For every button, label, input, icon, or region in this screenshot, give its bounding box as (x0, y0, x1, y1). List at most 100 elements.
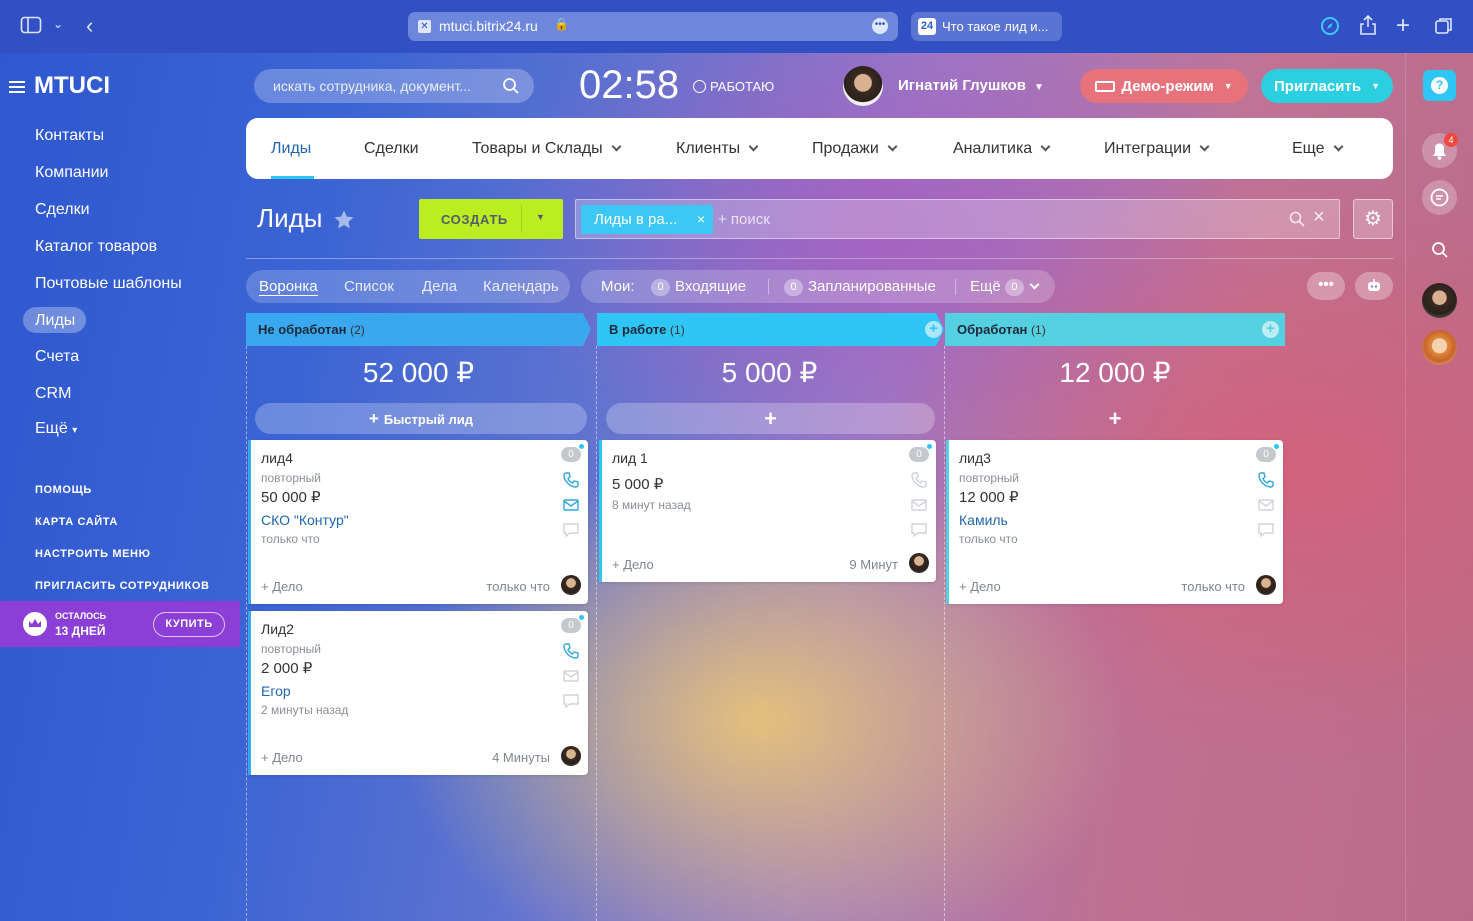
invite-button[interactable]: Пригласить ▼ (1261, 69, 1393, 103)
quick-add-button[interactable]: + (606, 403, 935, 434)
sidebar-link-sitemap[interactable]: КАРТА САЙТА (35, 516, 118, 528)
add-activity-link[interactable]: + Дело (612, 557, 654, 572)
chat-icon[interactable] (1422, 180, 1457, 215)
sidebar-toggle-icon[interactable] (20, 15, 42, 40)
view-tab-funnel[interactable]: Воронка (259, 278, 318, 295)
notifications-bell-icon[interactable]: 4 (1422, 133, 1458, 168)
tabs-overview-icon[interactable] (1434, 16, 1454, 41)
mail-icon[interactable] (562, 667, 580, 685)
add-stage-icon[interactable]: + (925, 321, 942, 338)
settings-gear-icon[interactable]: ⚙ (1353, 199, 1393, 239)
filter-tag[interactable]: Лиды в ра... × (581, 205, 713, 234)
view-tab-calendar[interactable]: Календарь (483, 278, 559, 295)
add-activity-link[interactable]: + Дело (959, 579, 1001, 594)
lead-title[interactable]: Лид2 (261, 621, 294, 637)
sidebar-item-mail-templates[interactable]: Почтовые шаблоны (35, 275, 182, 293)
incoming-counter[interactable]: 0 Входящие (651, 278, 746, 296)
stage-header-in-progress[interactable]: В работе (1) + (597, 313, 944, 346)
sidebar-item-contacts[interactable]: Контакты (35, 127, 104, 145)
mail-icon[interactable] (562, 496, 580, 514)
sidebar-item-deals[interactable]: Сделки (35, 201, 90, 219)
more-options-button[interactable]: ••• (1307, 272, 1345, 300)
buy-button[interactable]: КУПИТЬ (153, 612, 225, 637)
search-input[interactable]: искать сотрудника, документ... (273, 78, 471, 94)
address-bar[interactable]: ✕ mtuci.bitrix24.ru 🔒 ••• (408, 12, 898, 41)
phone-icon[interactable] (562, 642, 580, 660)
demo-mode-button[interactable]: Демо-режим ▼ (1080, 69, 1248, 103)
sidebar-item-catalog[interactable]: Каталог товаров (35, 238, 157, 256)
tab-analytics[interactable]: Аналитика (953, 140, 1051, 158)
avatar[interactable] (1422, 330, 1457, 365)
create-button[interactable]: СОЗДАТЬ ▼ (419, 199, 563, 239)
tab-sales[interactable]: Продажи (812, 140, 898, 158)
lead-card[interactable]: лид4 повторный 50 000 ₽ СКО "Контур" тол… (248, 440, 588, 604)
sidebar-link-invite[interactable]: ПРИГЛАСИТЬ СОТРУДНИКОВ (35, 580, 210, 592)
quick-lead-button[interactable]: + Быстрый лид (255, 403, 587, 434)
view-tab-activities[interactable]: Дела (422, 278, 457, 295)
phone-icon[interactable] (910, 471, 928, 489)
avatar[interactable] (1422, 283, 1457, 318)
tab-deals[interactable]: Сделки (364, 140, 419, 158)
lead-contact-link[interactable]: Егор (261, 683, 291, 699)
more-counter[interactable]: Ещё 0 (970, 278, 1040, 296)
add-activity-link[interactable]: + Дело (261, 750, 303, 765)
sidebar-item-invoices[interactable]: Счета (35, 348, 79, 366)
filter-search-bar[interactable]: Лиды в ра... × + поиск × (575, 199, 1340, 239)
tab-products[interactable]: Товары и Склады (472, 140, 622, 158)
filter-search-input[interactable]: + поиск (718, 211, 770, 228)
robot-icon[interactable] (1355, 272, 1393, 300)
page-menu-icon[interactable]: ••• (872, 18, 888, 34)
back-icon[interactable]: ‹ (86, 13, 93, 39)
chat-icon[interactable] (910, 521, 928, 539)
lead-title[interactable]: лид 1 (612, 450, 648, 466)
chat-icon[interactable] (562, 521, 580, 539)
brand-logo[interactable]: MTUCI (34, 72, 110, 100)
hamburger-menu-icon[interactable] (9, 80, 25, 99)
planned-counter[interactable]: 0 Запланированные (784, 278, 936, 296)
avatar[interactable] (843, 66, 883, 106)
phone-icon[interactable] (562, 471, 580, 489)
stage-header-new[interactable]: Не обработан (2) (246, 313, 591, 346)
stage-header-processed[interactable]: Обработан (1) + (945, 313, 1285, 346)
browser-tab[interactable]: 24 Что такое лид и... (911, 12, 1062, 41)
lead-title[interactable]: лид3 (959, 450, 991, 466)
compass-icon[interactable] (1320, 16, 1340, 41)
tab-integrations[interactable]: Интеграции (1104, 140, 1210, 158)
search-icon[interactable] (502, 77, 520, 98)
share-icon[interactable] (1359, 14, 1377, 41)
user-menu[interactable]: Игнатий Глушков ▼ (898, 77, 1044, 94)
lead-card[interactable]: Лид2 повторный 2 000 ₽ Егор 2 минуты наз… (248, 611, 588, 775)
star-icon[interactable] (333, 209, 355, 236)
sidebar-item-crm[interactable]: CRM (35, 385, 71, 403)
sidebar-item-leads[interactable]: Лиды (23, 307, 86, 333)
search-icon[interactable] (1289, 211, 1305, 232)
sidebar-item-more[interactable]: Ещё ▾ (35, 420, 77, 438)
sidebar-link-configure-menu[interactable]: НАСТРОИТЬ МЕНЮ (35, 548, 151, 560)
add-activity-link[interactable]: + Дело (261, 579, 303, 594)
chat-icon[interactable] (562, 692, 580, 710)
global-search[interactable]: искать сотрудника, документ... (254, 69, 534, 103)
clear-search-icon[interactable]: × (1313, 206, 1325, 229)
lead-contact-link[interactable]: СКО "Контур" (261, 512, 349, 528)
new-tab-icon[interactable]: + (1396, 12, 1410, 40)
avatar[interactable] (561, 746, 581, 766)
tab-clients[interactable]: Клиенты (676, 140, 759, 158)
chat-icon[interactable] (1257, 521, 1275, 539)
tab-more[interactable]: Еще (1292, 140, 1344, 158)
mail-icon[interactable] (910, 496, 928, 514)
search-icon[interactable] (1431, 241, 1449, 264)
sidebar-item-companies[interactable]: Компании (35, 164, 109, 182)
work-status[interactable]: РАБОТАЮ (693, 78, 774, 94)
lead-title[interactable]: лид4 (261, 450, 293, 466)
view-tab-list[interactable]: Список (344, 278, 394, 295)
chevron-down-icon[interactable]: ⌄ (53, 17, 63, 31)
add-stage-icon[interactable]: + (1262, 321, 1279, 338)
remove-filter-icon[interactable]: × (697, 211, 705, 227)
mail-icon[interactable] (1257, 496, 1275, 514)
avatar[interactable] (1256, 575, 1276, 595)
help-icon[interactable]: ? (1423, 70, 1456, 101)
phone-icon[interactable] (1257, 471, 1275, 489)
sidebar-link-help[interactable]: ПОМОЩЬ (35, 484, 92, 496)
avatar[interactable] (561, 575, 581, 595)
lead-contact-link[interactable]: Камиль (959, 512, 1008, 528)
